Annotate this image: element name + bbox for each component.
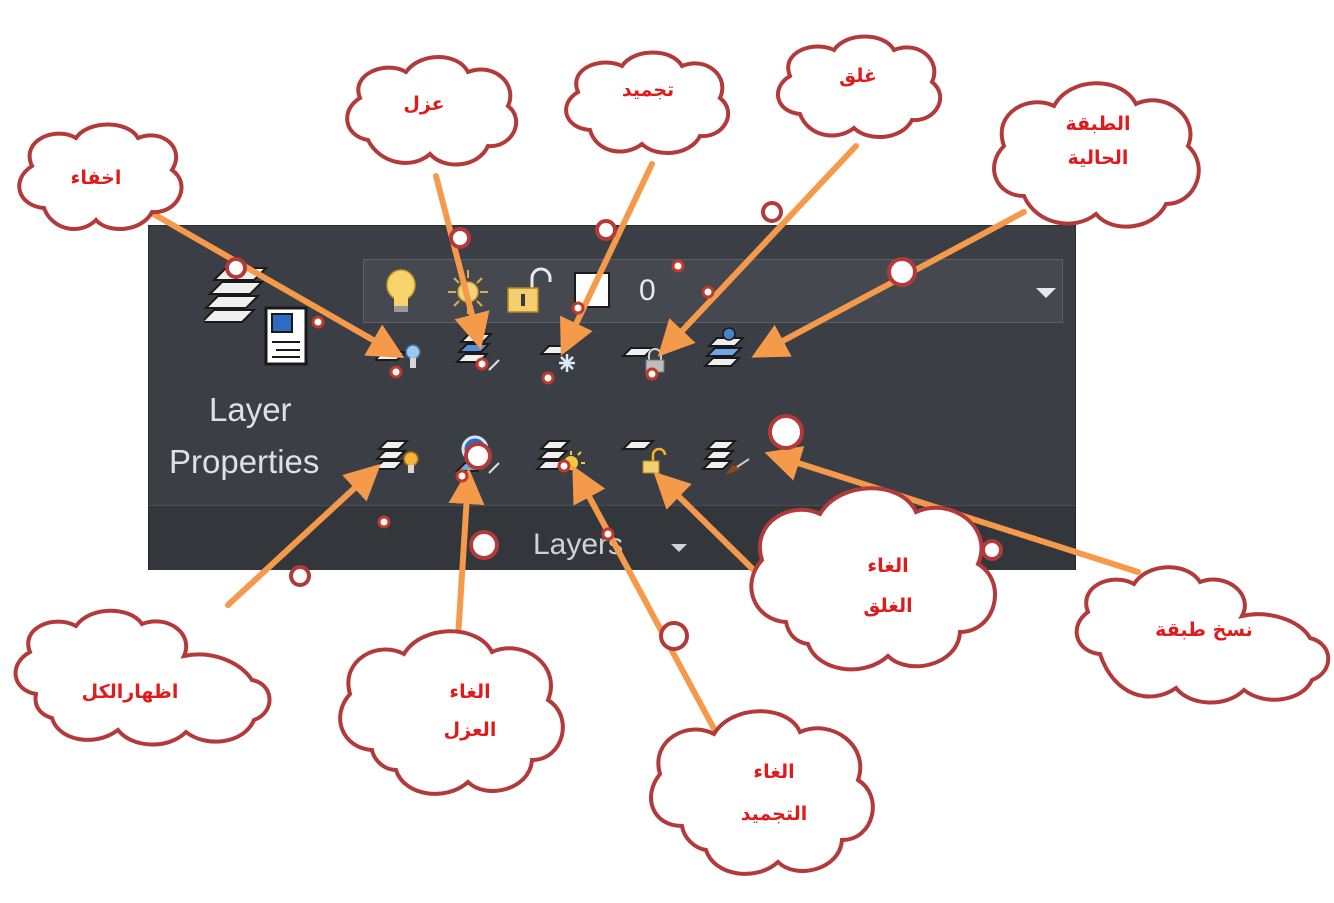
decor-ring	[225, 257, 247, 279]
callout-copy-layer-label: نسخ طبقة	[1155, 619, 1253, 641]
arrow-freeze	[560, 161, 655, 356]
decor-ring	[659, 621, 689, 651]
decor-ring	[464, 442, 492, 470]
callout-show-all-label: اظهارالكل	[81, 681, 179, 703]
callout-lock-label: غلق	[839, 65, 877, 87]
callout-current-layer-line2: الحالية	[1067, 147, 1129, 169]
callout-cancel-freeze-line1: الغاء	[753, 761, 795, 783]
decor-ring	[761, 201, 783, 223]
decor-ring	[469, 530, 499, 560]
arrow-isolate	[433, 173, 490, 350]
decor-ring	[595, 219, 617, 241]
annotation-overlay	[13, 34, 1331, 876]
decor-ring	[449, 227, 471, 249]
callout-cancel-isolate-line2: العزل	[443, 719, 497, 741]
arrow-hide	[147, 209, 405, 358]
callout-hide-label: اخفاء	[70, 167, 122, 189]
arrow-cancel-isolate	[448, 468, 485, 641]
callout-freeze-label: تجميد	[621, 79, 675, 101]
cloud-cancel-freeze	[649, 709, 875, 876]
decor-ring	[768, 414, 804, 450]
callout-current-layer-line1: الطبقة	[1065, 113, 1131, 135]
callout-cancel-lock-line1: الغاء	[867, 555, 909, 577]
callout-isolate-label: عزل	[403, 93, 445, 115]
callout-cancel-isolate-line1: الغاء	[449, 681, 491, 703]
callout-cancel-freeze-line2: التجميد	[740, 803, 808, 825]
decor-ring	[887, 257, 917, 287]
decor-ring	[289, 565, 311, 587]
callout-cancel-lock-line2: الغلق	[863, 595, 913, 617]
decor-ring	[981, 539, 1003, 561]
